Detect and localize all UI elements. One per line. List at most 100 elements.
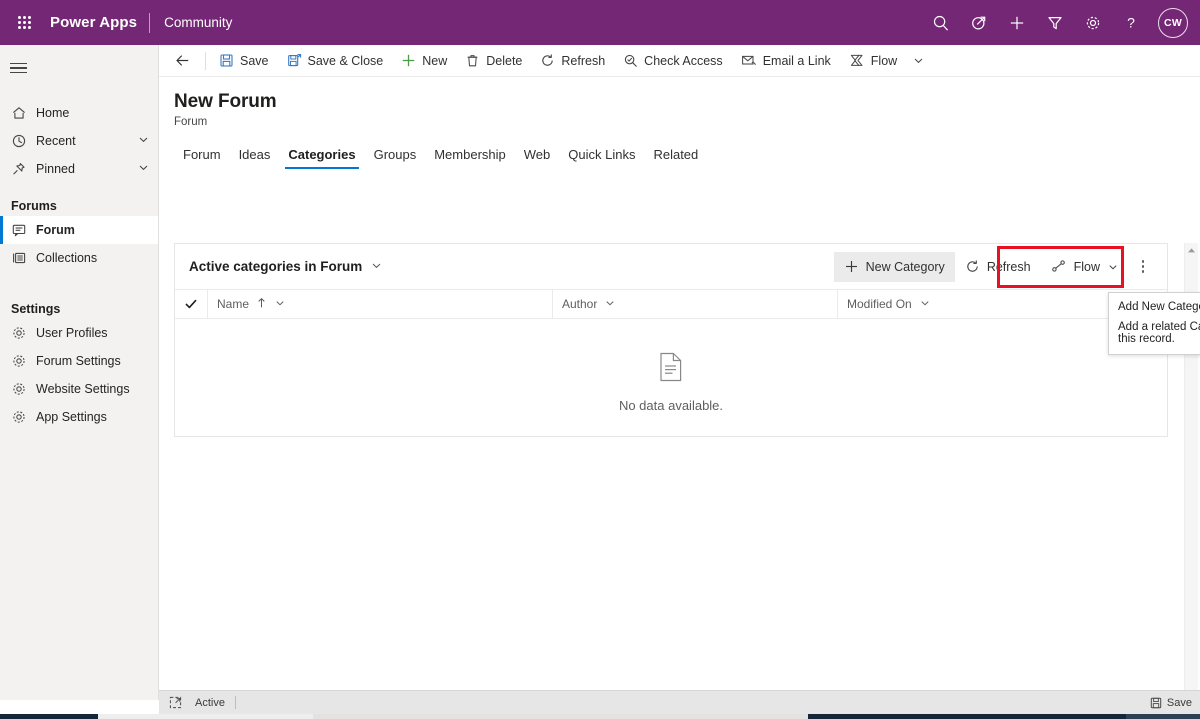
subgrid-more-commands-button[interactable] [1129,252,1157,282]
sidebar-item-label: Forum Settings [36,354,121,368]
scroll-up-arrow-icon[interactable] [1185,243,1198,258]
chevron-down-icon[interactable] [604,297,616,312]
subgrid-flow-button[interactable]: Flow [1041,252,1129,282]
column-header-modified-on[interactable]: Modified On [837,289,1127,319]
flow-icon [1051,259,1067,274]
launch-icon[interactable] [960,0,998,45]
save-button[interactable]: Save [210,46,278,76]
sidebar-item-pinned[interactable]: Pinned [0,155,158,183]
environment-name[interactable]: Community [150,15,232,30]
email-a-link-button[interactable]: Email a Link [732,46,840,76]
status-bar: Active Save [159,690,1200,714]
flow-chevron-down-icon[interactable] [906,46,930,76]
sidebar-item-label: Recent [36,134,76,148]
check-access-button[interactable]: Check Access [614,46,732,76]
column-header-author[interactable]: Author [552,289,837,319]
os-taskbar-strip [0,714,1200,719]
help-icon[interactable]: ? [1112,0,1150,45]
sidebar-item-website-settings[interactable]: Website Settings [0,375,158,403]
view-selector-label: Active categories in Forum [189,259,363,274]
brand-title[interactable]: Power Apps [48,14,149,31]
command-bar: Save Save & Close New Delete Refresh Che… [159,45,1200,77]
tab-ideas[interactable]: Ideas [230,139,280,169]
flow-button[interactable]: Flow [840,46,906,76]
gear-icon [11,353,33,369]
sidebar-item-label: Forum [36,223,75,237]
select-all-checkbox[interactable] [175,289,207,319]
delete-button[interactable]: Delete [456,46,531,76]
save-button-label: Save [240,53,269,68]
avatar[interactable]: CW [1158,7,1188,38]
plus-icon [844,259,859,274]
search-icon[interactable] [922,0,960,45]
save-icon [219,53,234,68]
app-launcher-icon[interactable] [0,0,48,45]
categories-subgrid: Active categories in Forum New Category [174,243,1200,437]
new-category-button[interactable]: New Category [833,251,955,282]
tooltip-title: Add New Category [1118,301,1200,313]
tab-web[interactable]: Web [515,139,560,169]
column-header-label: Author [562,297,598,311]
tab-label: Forum [183,146,221,162]
gear-icon[interactable] [1074,0,1112,45]
gear-icon [11,409,33,425]
refresh-button[interactable]: Refresh [531,46,614,76]
taskbar-segment [808,714,1126,719]
sidebar-group-title-forums: Forums [11,199,57,213]
tab-strip: Forum Ideas Categories Groups Membership… [159,139,1200,169]
tab-forum[interactable]: Forum [174,139,230,169]
grid-header-row: Name Author Modified On [175,289,1167,319]
sidebar-item-app-settings[interactable]: App Settings [0,403,158,431]
sidebar-group-title-settings: Settings [11,302,61,316]
tab-categories[interactable]: Categories [279,139,364,169]
chevron-down-icon[interactable] [137,161,150,177]
status-bar-save-button[interactable]: Save [1150,697,1192,709]
status-bar-save-label: Save [1166,696,1192,709]
sidebar-spacer-top [0,85,158,99]
sidebar-item-forum[interactable]: Forum [0,216,158,244]
chevron-down-icon[interactable] [274,297,286,312]
sidebar-item-recent[interactable]: Recent [0,127,158,155]
home-icon [11,105,33,121]
new-button[interactable]: New [392,46,456,76]
sort-ascending-icon [256,297,267,312]
tab-related[interactable]: Related [644,139,707,169]
sidebar-item-forum-settings[interactable]: Forum Settings [0,347,158,375]
empty-state-message: No data available. [618,397,724,413]
subgrid-refresh-button[interactable]: Refresh [955,252,1041,282]
subgrid-actions: New Category Refresh Flow [833,251,1157,282]
column-header-name[interactable]: Name [207,289,552,319]
save-and-close-button[interactable]: Save & Close [278,46,393,76]
sidebar-item-label: Collections [36,251,98,265]
collections-icon [11,250,33,266]
subgrid-flow-label: Flow [1073,259,1100,274]
taskbar-segment [1126,714,1200,719]
email-a-link-label: Email a Link [762,53,831,68]
tab-label: Ideas [238,146,271,162]
tab-groups[interactable]: Groups [365,139,426,169]
subgrid-toolbar: Active categories in Forum New Category [175,244,1200,355]
chevron-down-icon[interactable] [919,297,931,312]
sidebar-item-collections[interactable]: Collections [0,244,158,272]
flow-button-label: Flow [870,53,898,68]
status-bar-divider [234,696,236,709]
hamburger-icon[interactable] [0,51,158,85]
view-selector[interactable]: Active categories in Forum [189,252,387,282]
expand-icon[interactable] [169,696,187,709]
pin-icon [11,161,33,177]
tab-quick-links[interactable]: Quick Links [559,139,644,169]
sidebar-item-user-profiles[interactable]: User Profiles [0,319,158,347]
ellipsis-vertical-icon [1141,260,1145,273]
sidebar-item-home[interactable]: Home [0,99,158,127]
filter-icon[interactable] [1036,0,1074,45]
column-header-label: Modified On [847,297,912,311]
chevron-down-icon[interactable] [137,133,150,149]
chevron-down-icon [370,259,383,275]
plus-icon[interactable] [998,0,1036,45]
taskbar-segment [313,714,808,719]
tab-membership[interactable]: Membership [425,139,515,169]
back-arrow-icon[interactable] [167,46,197,76]
save-close-icon [287,53,302,68]
sidebar-item-label: Pinned [36,162,75,176]
tab-label: Groups [373,146,417,162]
